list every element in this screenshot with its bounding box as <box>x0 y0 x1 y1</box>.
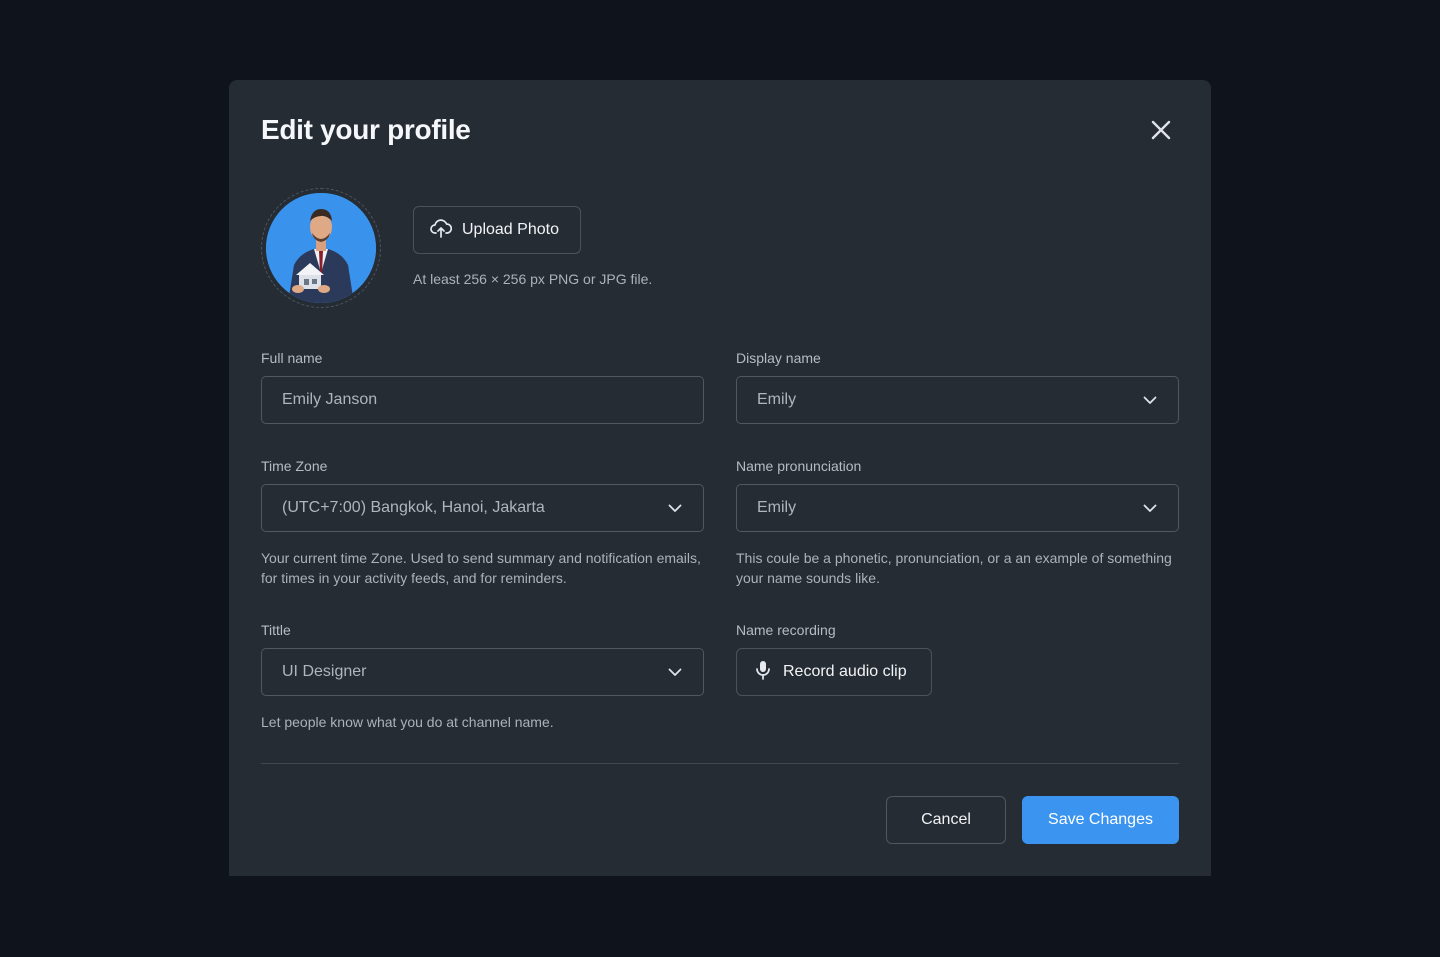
chevron-down-icon <box>1142 500 1158 516</box>
close-icon <box>1150 119 1172 146</box>
time-zone-select[interactable]: (UTC+7:00) Bangkok, Hanoi, Jakarta <box>261 484 704 532</box>
cloud-upload-icon <box>430 218 453 243</box>
record-audio-label: Record audio clip <box>783 663 907 680</box>
chevron-down-icon <box>667 500 683 516</box>
upload-photo-button[interactable]: Upload Photo <box>413 206 581 254</box>
chevron-down-icon <box>1142 392 1158 408</box>
avatar-image <box>266 193 376 303</box>
time-zone-label: Time Zone <box>261 458 328 474</box>
name-pronunciation-select[interactable]: Emily <box>736 484 1179 532</box>
display-name-label: Display name <box>736 350 821 366</box>
cancel-button[interactable]: Cancel <box>886 796 1006 844</box>
display-name-select[interactable]: Emily <box>736 376 1179 424</box>
upload-photo-label: Upload Photo <box>462 221 559 238</box>
title-select[interactable]: UI Designer <box>261 648 704 696</box>
modal-title: Edit your profile <box>261 114 471 145</box>
avatar[interactable] <box>261 188 381 308</box>
edit-profile-modal: Edit your profile Upload Photo At least … <box>229 80 1211 876</box>
name-recording-label: Name recording <box>736 622 836 638</box>
record-audio-button[interactable]: Record audio clip <box>736 648 932 696</box>
divider <box>261 763 1179 764</box>
display-name-value: Emily <box>757 391 797 408</box>
time-zone-help: Your current time Zone. Used to send sum… <box>261 550 701 586</box>
name-pronunciation-label: Name pronunciation <box>736 458 862 474</box>
title-help: Let people know what you do at channel n… <box>261 714 554 730</box>
upload-hint: At least 256 × 256 px PNG or JPG file. <box>413 271 653 287</box>
full-name-input[interactable]: Emily Janson <box>261 376 704 424</box>
full-name-label: Full name <box>261 350 323 366</box>
save-changes-button[interactable]: Save Changes <box>1022 796 1179 844</box>
title-value: UI Designer <box>282 663 367 680</box>
full-name-value: Emily Janson <box>282 391 378 408</box>
microphone-icon <box>755 660 771 685</box>
title-label: Tittle <box>261 622 291 638</box>
chevron-down-icon <box>667 664 683 680</box>
close-button[interactable] <box>1145 116 1177 148</box>
name-pronunciation-help: This coule be a phonetic, pronunciation,… <box>736 550 1172 586</box>
time-zone-value: (UTC+7:00) Bangkok, Hanoi, Jakarta <box>282 499 545 516</box>
name-pronunciation-value: Emily <box>757 499 797 516</box>
